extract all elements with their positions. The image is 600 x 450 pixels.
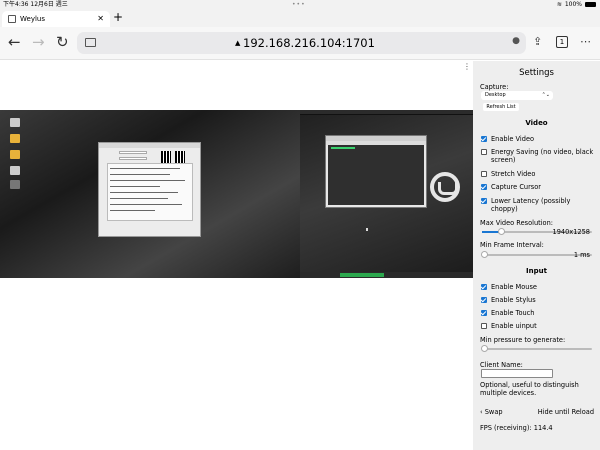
remote-taskbar-active-item[interactable] xyxy=(340,273,384,277)
enable-mouse-label: Enable Mouse xyxy=(491,283,537,291)
enable-uinput-label: Enable uinput xyxy=(491,322,537,330)
swap-button[interactable]: ‹ Swap xyxy=(480,408,503,416)
max-resolution-value: 1940x1258 xyxy=(552,228,590,236)
client-name-label: Client Name: xyxy=(480,361,523,369)
desktop-icon-folder[interactable] xyxy=(10,134,20,143)
fps-readout: FPS (receiving): 114.4 xyxy=(480,424,553,432)
more-icon[interactable]: ⋯ xyxy=(580,35,591,49)
enable-video-label: Enable Video xyxy=(491,135,535,143)
tab-weylus[interactable]: Weylus ✕ xyxy=(2,11,110,27)
linux-mint-logo-icon xyxy=(430,172,460,202)
remote-taskbar xyxy=(300,272,473,278)
remote-cursor-icon xyxy=(366,228,368,231)
status-right: ≋ 100% xyxy=(557,0,596,9)
tab-title: Weylus xyxy=(20,15,45,23)
capture-cursor-checkbox[interactable] xyxy=(481,184,487,190)
hide-until-reload-button[interactable]: Hide until Reload xyxy=(538,408,594,416)
reload-button[interactable]: ↻ xyxy=(56,33,69,51)
battery-icon xyxy=(585,2,596,7)
status-bar: 下午4:36 12月6日 週三 ••• ≋ 100% xyxy=(0,0,600,9)
capture-select[interactable]: Desktop ⌃⌄ xyxy=(481,91,553,100)
browser-toolbar: ← → ↻ ▲ 192.168.216.104:1701 ● ⇪ 1 ⋯ xyxy=(0,27,600,60)
remote-top-panel xyxy=(300,110,473,115)
max-resolution-label: Max Video Resolution: xyxy=(480,219,553,227)
enable-video-checkbox[interactable] xyxy=(481,136,487,142)
settings-panel: Settings Capture: Desktop ⌃⌄ Refresh Lis… xyxy=(473,61,600,450)
desktop-icon-folder[interactable] xyxy=(10,150,20,159)
qr-code-icon xyxy=(161,151,171,163)
chevron-down-icon: ⌃⌄ xyxy=(541,92,550,98)
enable-mouse-checkbox[interactable] xyxy=(481,284,487,290)
tab-close-icon[interactable]: ✕ xyxy=(97,11,104,27)
client-name-note: Optional, useful to distinguish multiple… xyxy=(480,381,579,397)
client-name-input[interactable] xyxy=(481,369,553,378)
url-text[interactable]: 192.168.216.104:1701 xyxy=(243,35,375,51)
refresh-list-button[interactable]: Refresh List xyxy=(483,103,519,111)
battery-percent: 100% xyxy=(564,1,582,8)
forward-button[interactable]: → xyxy=(32,33,45,51)
terminal-area xyxy=(328,145,424,205)
remote-terminal-window[interactable] xyxy=(325,135,427,208)
video-heading: Video xyxy=(525,119,548,127)
min-pressure-label: Min pressure to generate: xyxy=(480,336,566,344)
enable-stylus-label: Enable Stylus xyxy=(491,296,536,304)
lower-latency-checkbox[interactable] xyxy=(481,198,487,204)
energy-saving-label: Energy Saving (no video, black screen) xyxy=(491,148,594,164)
tab-overview-button[interactable]: 1 xyxy=(556,36,568,48)
min-frame-interval-value: 1 ms xyxy=(573,251,590,259)
enable-touch-label: Enable Touch xyxy=(491,309,535,317)
connection-icon: ▲ xyxy=(235,39,241,47)
lower-latency-label: Lower Latency (possibly choppy) xyxy=(491,197,571,213)
microphone-icon[interactable]: ● xyxy=(512,36,520,46)
window-titlebar[interactable] xyxy=(99,143,200,148)
address-bar[interactable]: ▲ 192.168.216.104:1701 ● xyxy=(77,32,526,54)
capture-select-value: Desktop xyxy=(485,92,506,98)
window-log xyxy=(107,163,193,221)
desktop-icon-file[interactable] xyxy=(10,166,20,175)
enable-stylus-checkbox[interactable] xyxy=(481,297,487,303)
page-favicon-icon xyxy=(8,15,16,23)
back-button[interactable]: ← xyxy=(8,33,21,51)
remote-weylus-window[interactable] xyxy=(98,142,201,237)
input-heading: Input xyxy=(526,267,547,275)
capture-label: Capture: xyxy=(480,83,509,91)
stretch-video-checkbox[interactable] xyxy=(481,171,487,177)
desktop-icon-home[interactable] xyxy=(10,118,20,127)
window-field xyxy=(119,157,147,160)
energy-saving-checkbox[interactable] xyxy=(481,149,487,155)
min-frame-interval-label: Min Frame Interval: xyxy=(480,241,544,249)
enable-touch-checkbox[interactable] xyxy=(481,310,487,316)
status-time: 下午4:36 12月6日 週三 xyxy=(3,1,68,8)
swap-label: Swap xyxy=(484,408,503,416)
settings-title: Settings xyxy=(519,68,554,78)
tab-bar: Weylus ✕ xyxy=(0,9,600,27)
reader-icon[interactable] xyxy=(85,38,96,47)
multitasking-dots[interactable]: ••• xyxy=(292,0,306,9)
share-icon[interactable]: ⇪ xyxy=(533,35,542,49)
new-tab-button[interactable]: + xyxy=(113,9,123,25)
desktop-icon-trash[interactable] xyxy=(10,180,20,189)
wifi-icon: ≋ xyxy=(556,1,562,8)
min-pressure-slider[interactable] xyxy=(481,345,592,352)
capture-cursor-label: Capture Cursor xyxy=(491,183,541,191)
enable-uinput-checkbox[interactable] xyxy=(481,323,487,329)
window-field xyxy=(119,151,147,154)
qr-code-icon xyxy=(175,151,185,163)
stretch-video-label: Stretch Video xyxy=(491,170,536,178)
